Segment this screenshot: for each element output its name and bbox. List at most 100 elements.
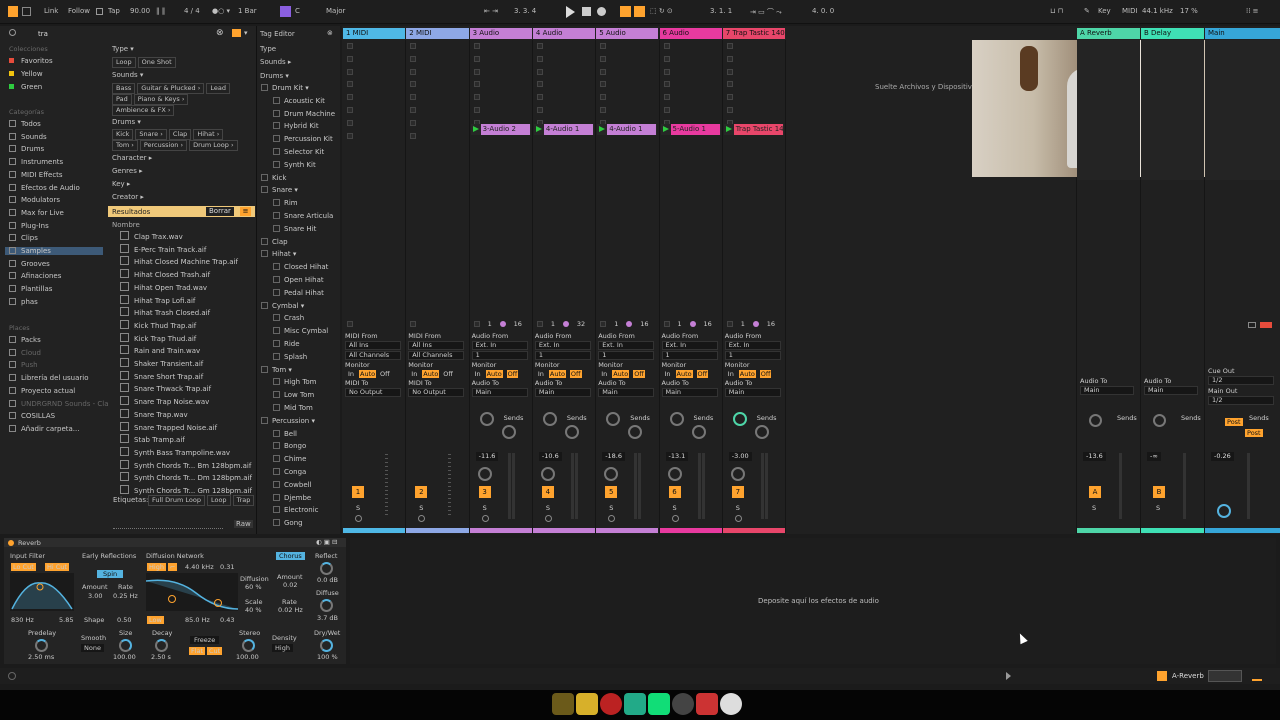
solo-button[interactable]: S	[483, 504, 487, 512]
solo-button[interactable]: S	[736, 504, 740, 512]
return-activator[interactable]: A	[1089, 486, 1101, 498]
predelay-value[interactable]: 2.50 ms	[28, 653, 54, 661]
raw-toggle[interactable]: Raw	[234, 520, 253, 528]
input-channel-select[interactable]: 1	[598, 351, 655, 360]
scale-mode-icon[interactable]	[280, 6, 291, 17]
loop-length[interactable]: 4. 0. 0	[812, 7, 834, 15]
clip-stop-button[interactable]	[726, 107, 733, 113]
filter-key[interactable]: Key ▸	[112, 180, 130, 188]
clip-stop-button[interactable]	[600, 107, 607, 113]
clip-stop-button[interactable]	[726, 94, 733, 101]
tag-filter-icon[interactable]	[232, 29, 241, 37]
tag-editor-item[interactable]: Selector Kit	[273, 148, 324, 156]
input-type-select[interactable]: All Ins	[408, 341, 465, 350]
post-toggle[interactable]: Post	[1245, 429, 1263, 437]
result-file[interactable]: Shaker Transient.aif	[120, 358, 203, 368]
solo-button[interactable]: S	[609, 504, 613, 512]
stereo-value[interactable]: 100.00	[236, 653, 259, 661]
result-file[interactable]: Hihat Trash Closed.aif	[120, 307, 210, 317]
result-file[interactable]: Snare Trap Noise.wav	[120, 396, 209, 406]
category-item[interactable]: Efectos de Audio	[9, 183, 80, 192]
clip-stop-button[interactable]	[347, 132, 353, 139]
track-volume[interactable]: -18.6	[602, 452, 626, 461]
send-a-knob[interactable]	[669, 412, 684, 426]
input-type-select[interactable]: Ext. In	[661, 341, 718, 350]
clip-stop-button[interactable]	[473, 68, 480, 75]
tag-editor-item[interactable]: Chime	[273, 455, 306, 463]
midi-map-button[interactable]: MIDI	[1122, 7, 1138, 15]
hi-cut-toggle[interactable]: Hi Cut	[45, 563, 69, 571]
tag-checkbox[interactable]	[273, 468, 280, 475]
input-type-select[interactable]: Ext. In	[534, 341, 591, 350]
filter-chip[interactable]: One Shot	[137, 57, 176, 68]
main-volume[interactable]: -0.26	[1211, 452, 1234, 461]
filter-type-label[interactable]: Type ▾	[112, 45, 134, 53]
tag-checkbox[interactable]	[273, 455, 280, 463]
device-controls-icons[interactable]: ◐ ▣ ⊟	[316, 538, 337, 546]
filter-chip[interactable]: Tom ›	[112, 140, 138, 151]
clip-stop-button[interactable]	[410, 68, 417, 75]
clip-stop-button[interactable]	[536, 55, 543, 62]
clip-stop-button[interactable]	[473, 107, 480, 113]
automation-icon[interactable]	[634, 6, 645, 17]
track-stop-button[interactable]	[473, 321, 480, 327]
place-item[interactable]: Push	[9, 361, 38, 369]
result-file[interactable]: Synth Chords Tr... Gm 128bpm.aif	[120, 485, 252, 495]
tag-checkbox[interactable]	[261, 173, 268, 181]
return-header[interactable]: B Delay	[1141, 28, 1204, 39]
send-b-knob[interactable]	[564, 425, 579, 439]
tag-editor-item[interactable]: Snare Hit	[273, 224, 316, 233]
tag-checkbox[interactable]	[273, 391, 280, 399]
return-solo[interactable]: S	[1156, 504, 1160, 512]
tag-editor-item[interactable]: Misc Cymbal	[273, 327, 328, 335]
clip-stop-button[interactable]	[663, 55, 670, 62]
result-file[interactable]: E-Perc Train Track.aif	[120, 244, 206, 254]
tag-editor-item[interactable]: Clap	[261, 237, 288, 246]
clip-stop-button[interactable]	[663, 81, 670, 88]
result-file[interactable]: Hihat Closed Trash.aif	[120, 269, 210, 279]
tag-editor-item[interactable]: Snare Articula	[273, 212, 333, 220]
track-stop-button[interactable]	[347, 321, 353, 327]
tag-editor-item[interactable]: Cymbal ▾	[261, 301, 304, 310]
category-item[interactable]: Max for Live	[9, 208, 64, 217]
output-select[interactable]: No Output	[408, 388, 465, 397]
clip-stop-button[interactable]	[347, 55, 353, 62]
app-icon-4[interactable]	[624, 693, 646, 715]
tag-editor-item[interactable]: Percussion Kit	[273, 135, 333, 143]
category-item[interactable]: Plug-Ins	[9, 221, 49, 230]
clip-stop-button[interactable]	[663, 43, 670, 49]
tag-checkbox[interactable]	[273, 352, 280, 360]
arm-button[interactable]	[671, 515, 679, 522]
tag-editor-item[interactable]: Ride	[273, 340, 300, 348]
filter-creator[interactable]: Creator ▸	[112, 193, 144, 201]
output-select[interactable]: Main	[661, 388, 718, 397]
place-item[interactable]: Librería del usuario	[9, 374, 89, 382]
track-volume[interactable]: -13.1	[665, 452, 689, 461]
shelf-icon[interactable]: ⌐	[168, 563, 178, 571]
tag-editor-close-icon[interactable]: ⊗	[327, 29, 333, 37]
track-activator[interactable]: 4	[541, 486, 554, 498]
flat-toggle[interactable]: Flat	[189, 647, 206, 655]
tag-checkbox[interactable]	[273, 442, 280, 450]
clip-stop-button[interactable]	[347, 94, 353, 101]
monitor-in[interactable]: In	[475, 370, 481, 378]
time-signature[interactable]: 4 / 4	[184, 7, 200, 15]
track-volume[interactable]: -10.6	[538, 452, 562, 461]
tag-editor-item[interactable]: Splash	[273, 352, 307, 361]
filter-freq[interactable]: 830 Hz	[11, 616, 34, 624]
place-item[interactable]: Añadir carpeta...	[9, 424, 79, 433]
return-header[interactable]: A Reverb	[1077, 28, 1140, 39]
sidebar-toggle-icon[interactable]: ▾	[244, 29, 248, 37]
filter-chip[interactable]: Ambience & FX ›	[112, 105, 175, 116]
clip-stop-button[interactable]	[536, 107, 543, 113]
tag-editor-item[interactable]: Snare ▾	[261, 186, 298, 194]
tag-checkbox[interactable]	[273, 288, 280, 296]
input-type-select[interactable]: All Ins	[345, 341, 401, 350]
tag-checkbox[interactable]	[273, 199, 280, 207]
input-channel-select[interactable]: 1	[534, 351, 591, 360]
tag-checkbox[interactable]	[273, 506, 280, 514]
clip-stop-button[interactable]	[726, 81, 733, 88]
track-header[interactable]: 1 MIDI	[343, 28, 406, 39]
return-output-select[interactable]: Main	[1144, 386, 1198, 395]
track-activator[interactable]: 7	[731, 486, 744, 498]
